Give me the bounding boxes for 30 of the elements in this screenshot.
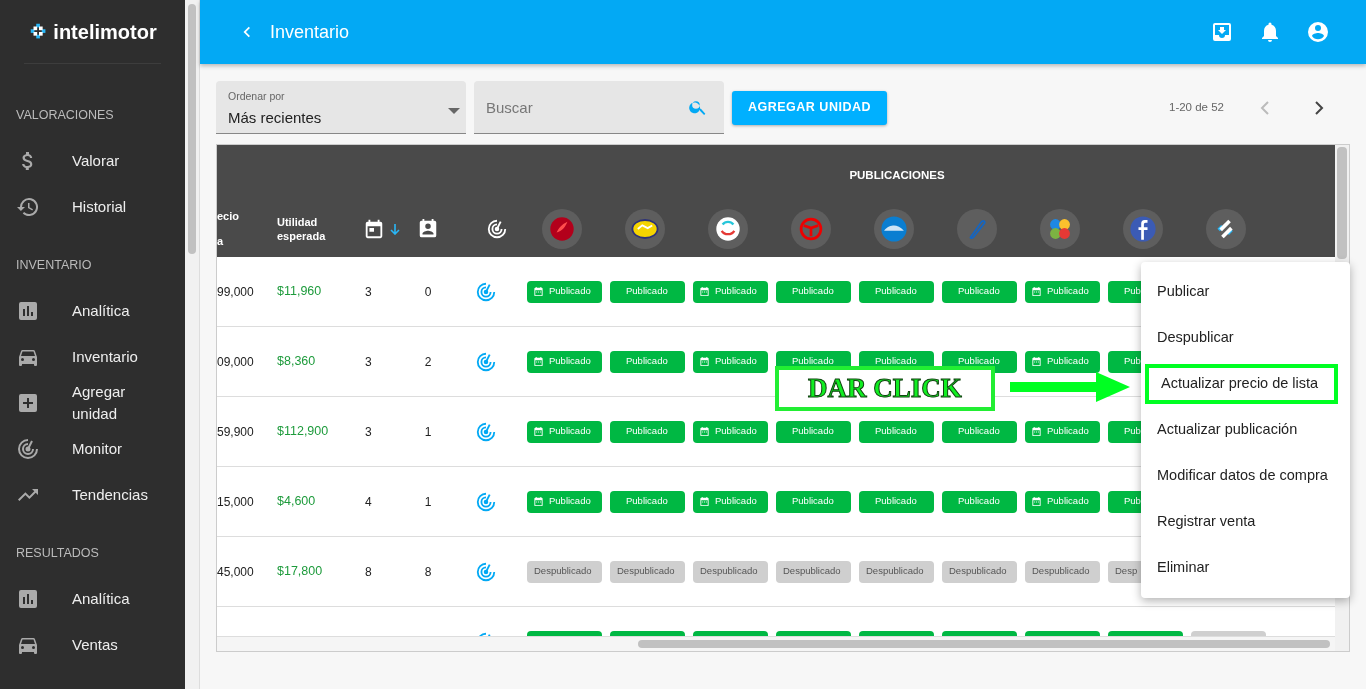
table-cell-text: 15,000 [217,493,255,511]
table-cell-text: 2 [423,353,433,371]
section-title: VALORACIONES [15,106,115,124]
table-cell-text: 8 [423,563,433,581]
pagination-text: 1-20 de 52 [1169,99,1224,115]
table-cell-text: 1 [423,493,433,511]
table-cell-text: 45,000 [217,563,255,581]
table-cell-text: $112,900 [276,423,330,441]
table-cell-text: $4,600 [276,493,317,511]
column-header: Utilidad esperada [276,214,327,243]
table-cell-text: 09,000 [217,353,255,371]
column-group-title: PUBLICACIONES [848,168,946,183]
section-title: RESULTADOS [15,544,100,562]
table-cell-text: $8,360 [276,353,317,371]
table-cell-text: 8 [364,563,373,581]
table-cell-text: 3 [364,283,373,301]
callout-tooltip: DAR CLICK [775,366,995,411]
table-cell-text: $17,800 [276,563,324,581]
table-cell-text: $11,960 [276,283,323,301]
table-cell-text: 59,900 [217,423,255,441]
table-cell-text: 99,000 [217,283,255,301]
table-cell-text: 0 [423,283,433,301]
column-header: ecio a [217,208,240,249]
table-cell-text: 3 [364,353,373,371]
table-cell-text: 3 [364,423,373,441]
page-title: Inventario [270,20,350,44]
table-cell-text: 4 [364,493,373,511]
section-title: INVENTARIO [15,256,93,274]
table-cell-text: 1 [423,423,433,441]
logo-text: intelimotor [53,19,157,45]
